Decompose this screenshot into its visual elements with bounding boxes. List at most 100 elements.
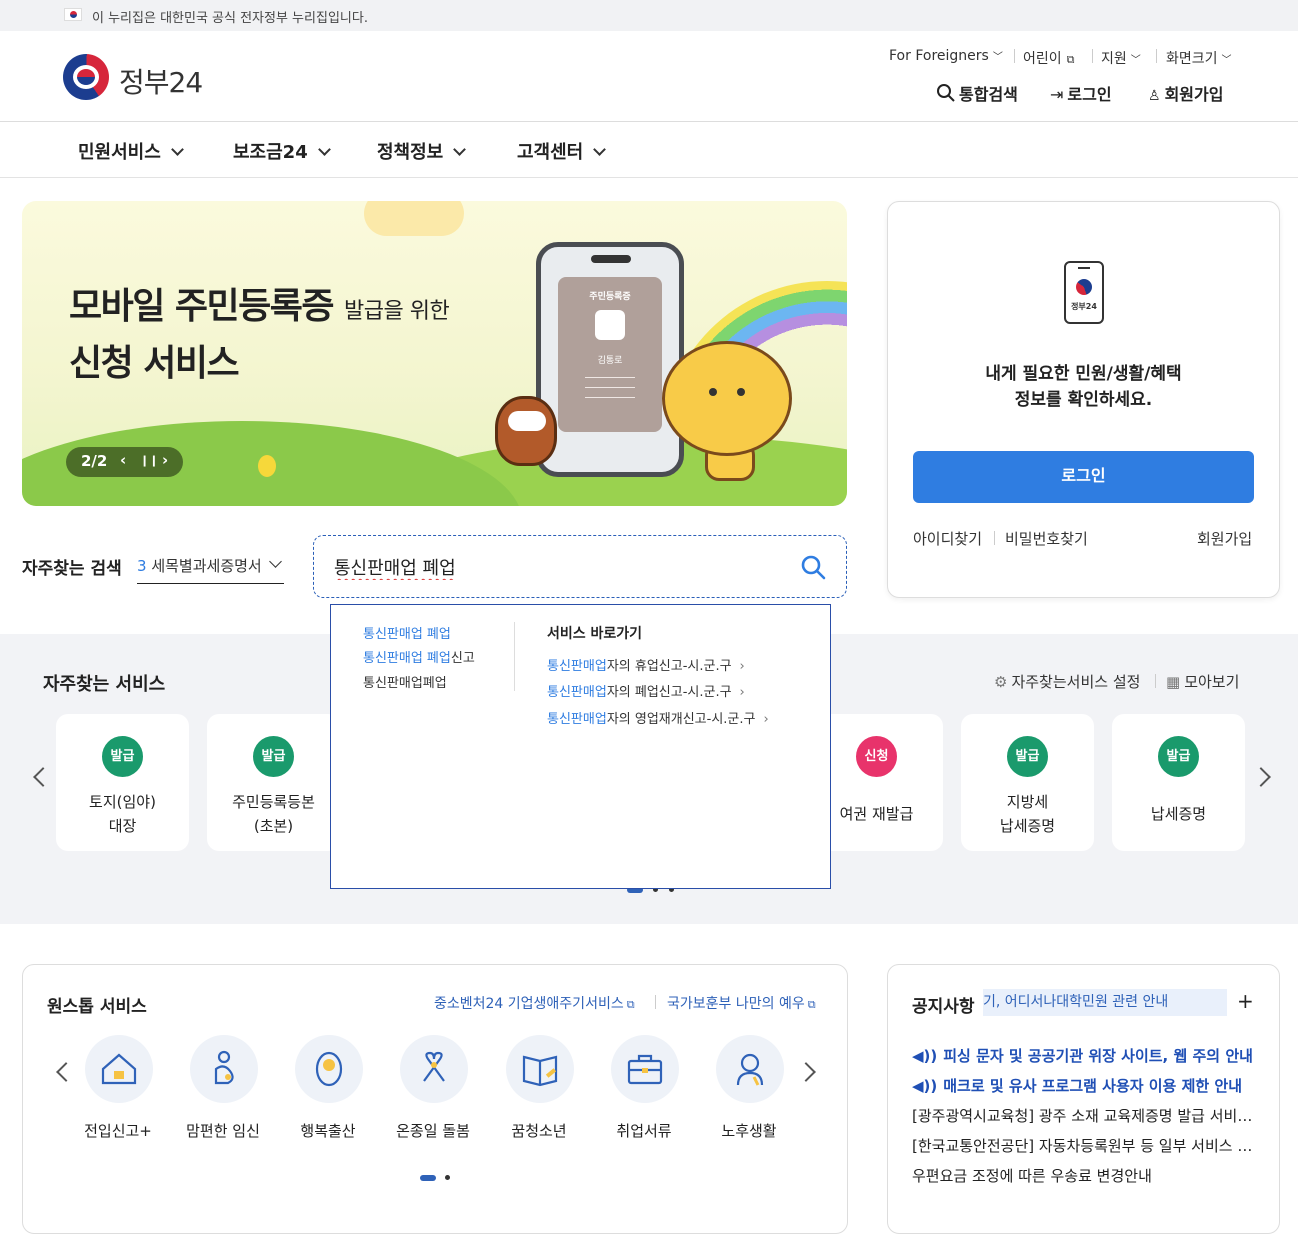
site-logo-text[interactable]: 정부24 <box>119 61 203 101</box>
prev-arrow-icon[interactable] <box>33 767 53 787</box>
service-card[interactable]: 발급 토지(임야) 대장 <box>56 714 189 851</box>
login-card-signup-link[interactable]: 회원가입 <box>1197 528 1252 549</box>
divider <box>1092 49 1093 63</box>
view-all-button[interactable]: ▦ 모아보기 <box>1166 671 1239 692</box>
notice-ticker[interactable]: 기, 어디서나대학민원 관련 안내 <box>983 989 1227 1016</box>
avatar-icon <box>595 310 625 340</box>
issue-badge: 발급 <box>1007 736 1048 777</box>
search-autocomplete-panel: 통신판매업 폐업 통신판매업 폐업신고 통신판매업폐업 서비스 바로가기 통신판… <box>330 604 831 889</box>
shortcut-link[interactable]: 통신판매업자의 휴업신고-시.군.구 › <box>547 655 745 674</box>
screen-size-menu[interactable]: 화면크기 ﹀ <box>1166 48 1232 68</box>
one-stop-service-panel: 원스톱 서비스 중소벤처24 기업생애주기서비스 ⧉ 국가보훈부 나만의 예우 ⧉ … <box>22 964 848 1234</box>
more-notices-button[interactable]: + <box>1237 989 1254 1013</box>
chevron-right-icon: › <box>739 659 745 674</box>
dot[interactable] <box>445 1175 450 1180</box>
gov24-logo-icon[interactable] <box>63 54 109 100</box>
frequent-services-title: 자주찾는 서비스 <box>43 674 166 695</box>
nav-subsidy24[interactable]: 보조금24 <box>233 138 331 164</box>
shortcut-link[interactable]: 통신판매업자의 영업재개신고-시.군.구 › <box>547 708 769 727</box>
issue-badge: 발급 <box>102 736 143 777</box>
suggestion-item[interactable]: 통신판매업 폐업 <box>363 623 451 642</box>
search-icon[interactable] <box>800 554 826 580</box>
login-button[interactable]: ⇥ 로그인 <box>1050 81 1112 105</box>
ribbon-heart-icon <box>423 1051 445 1082</box>
apply-badge: 신청 <box>856 736 897 777</box>
login-icon: ⇥ <box>1050 85 1064 104</box>
banner-controls: 2/2 ‹ ❙❙ › <box>66 447 183 477</box>
megaphone-icon: ◀)) <box>912 1077 938 1095</box>
chevron-down-icon: ﹀ <box>1221 55 1232 66</box>
service-name: 지방세 납세증명 <box>999 793 1056 835</box>
prev-slide-button[interactable]: ‹ <box>120 451 126 469</box>
find-id-link[interactable]: 아이디찾기 <box>913 528 982 549</box>
next-slide-button[interactable]: › <box>162 451 168 469</box>
kids-link[interactable]: 어린이 ⧉ <box>1023 48 1075 68</box>
gov24-phone-icon: 정부24 <box>1064 261 1104 324</box>
login-card: 정부24 내게 필요한 민원/생활/혜택 정보를 확인하세요. 로그인 아이디찾기… <box>887 201 1280 598</box>
next-arrow-icon[interactable] <box>796 1062 816 1082</box>
login-card-login-button[interactable]: 로그인 <box>913 451 1254 503</box>
pregnancy-icon <box>214 1050 234 1085</box>
chevron-down-icon <box>317 143 331 156</box>
main-banner[interactable]: 모바일 주민등록증 발급을 위한 신청 서비스 주민등록증 김통로 2/2 ‹ … <box>22 201 847 506</box>
main-navigation: 민원서비스 보조금24 정책정보 고객센터 <box>0 122 1298 178</box>
shortcut-link[interactable]: 통신판매업자의 폐업신고-시.군.구 › <box>547 681 745 700</box>
find-password-link[interactable]: 비밀번호찾기 <box>1005 528 1088 549</box>
squirrel-mascot <box>662 341 792 456</box>
notice-title: 공지사항 <box>912 997 975 1017</box>
gear-icon: ⚙ <box>994 673 1008 691</box>
for-foreigners-menu[interactable]: For Foreigners ﹀ <box>889 48 1003 64</box>
service-card[interactable]: 발급 지방세 납세증명 <box>961 714 1094 851</box>
external-link-icon: ⧉ <box>807 998 816 1011</box>
notice-panel: 공지사항 기, 어디서나대학민원 관련 안내 + ◀)) 피싱 문자 및 공공기관… <box>887 964 1280 1234</box>
search-box <box>313 535 847 598</box>
gov-banner-text: 이 누리집은 대한민국 공식 전자정부 누리집입니다. <box>92 11 368 26</box>
id-card-name: 김통로 <box>597 356 623 366</box>
gov-banner: 이 누리집은 대한민국 공식 전자정부 누리집입니다. <box>0 0 1298 31</box>
frequent-services-settings[interactable]: ⚙ 자주찾는서비스 설정 <box>994 671 1140 692</box>
veterans-link[interactable]: 국가보훈부 나만의 예우 ⧉ <box>667 993 816 1013</box>
sme-venture24-link[interactable]: 중소벤처24 기업생애주기서비스 ⧉ <box>434 993 635 1013</box>
chick-illustration <box>258 455 276 477</box>
next-arrow-icon[interactable] <box>1251 767 1271 787</box>
frequent-search-label: 자주찾는 검색 <box>22 559 122 579</box>
signup-button[interactable]: ♙ 회원가입 <box>1148 81 1223 105</box>
frequent-search-select[interactable]: 3 세목별과세증명서 <box>137 555 284 584</box>
suggestion-item[interactable]: 통신판매업 폐업신고 <box>363 647 475 666</box>
id-card-label: 주민등록증 <box>589 292 631 302</box>
active-dot[interactable] <box>420 1175 436 1181</box>
service-card[interactable]: 발급 주민등록등본 (초본) <box>207 714 340 851</box>
chevron-down-icon <box>453 143 467 156</box>
search-input[interactable] <box>334 553 784 581</box>
service-card[interactable]: 발급 납세증명 <box>1112 714 1245 851</box>
integrated-search-button[interactable]: 통합검색 <box>936 81 1018 105</box>
service-name: 납세증명 <box>1150 805 1207 823</box>
baby-icon <box>315 1051 343 1087</box>
chevron-down-icon <box>593 143 607 156</box>
nav-customer-center[interactable]: 고객센터 <box>517 138 607 164</box>
pause-button[interactable]: ❙❙ <box>140 454 158 467</box>
suggestion-item[interactable]: 통신판매업폐업 <box>363 672 447 691</box>
nav-policy-info[interactable]: 정책정보 <box>377 138 467 164</box>
chevron-right-icon: › <box>763 712 769 727</box>
notice-item[interactable]: 우편요금 조정에 따른 우송료 변경안내 <box>912 1165 1257 1186</box>
notice-item[interactable]: [한국교통안전공단] 자동차등록원부 등 일부 서비스 중단 안내 <box>912 1135 1257 1156</box>
grid-icon: ▦ <box>1166 673 1181 691</box>
support-menu[interactable]: 지원 ﹀ <box>1101 48 1141 68</box>
chevron-down-icon <box>170 143 184 156</box>
chevron-down-icon: ﹀ <box>992 52 1003 63</box>
divider <box>1155 674 1156 688</box>
notice-item[interactable]: ◀)) 피싱 문자 및 공공기관 위장 사이트, 웹 주의 안내 <box>912 1045 1257 1066</box>
prev-arrow-icon[interactable] <box>56 1062 76 1082</box>
nav-civil-service[interactable]: 민원서비스 <box>78 138 184 164</box>
divider <box>994 531 995 545</box>
frequent-search-term: 세목별과세증명서 <box>151 557 262 575</box>
cloud-illustration <box>364 201 464 236</box>
notice-item[interactable]: ◀)) 매크로 및 유사 프로그램 사용자 이용 제한 안내 <box>912 1075 1257 1096</box>
megaphone-icon: ◀)) <box>912 1047 938 1065</box>
banner-counter: 2/2 <box>81 452 108 470</box>
one-stop-title: 원스톱 서비스 <box>47 997 147 1017</box>
mobile-id-phone-illustration: 주민등록증 김통로 <box>536 242 684 477</box>
notice-item[interactable]: [광주광역시교육청] 광주 소재 교육제증명 발급 서비스 중단 안내 <box>912 1105 1257 1126</box>
external-link-icon: ⧉ <box>1066 53 1075 66</box>
